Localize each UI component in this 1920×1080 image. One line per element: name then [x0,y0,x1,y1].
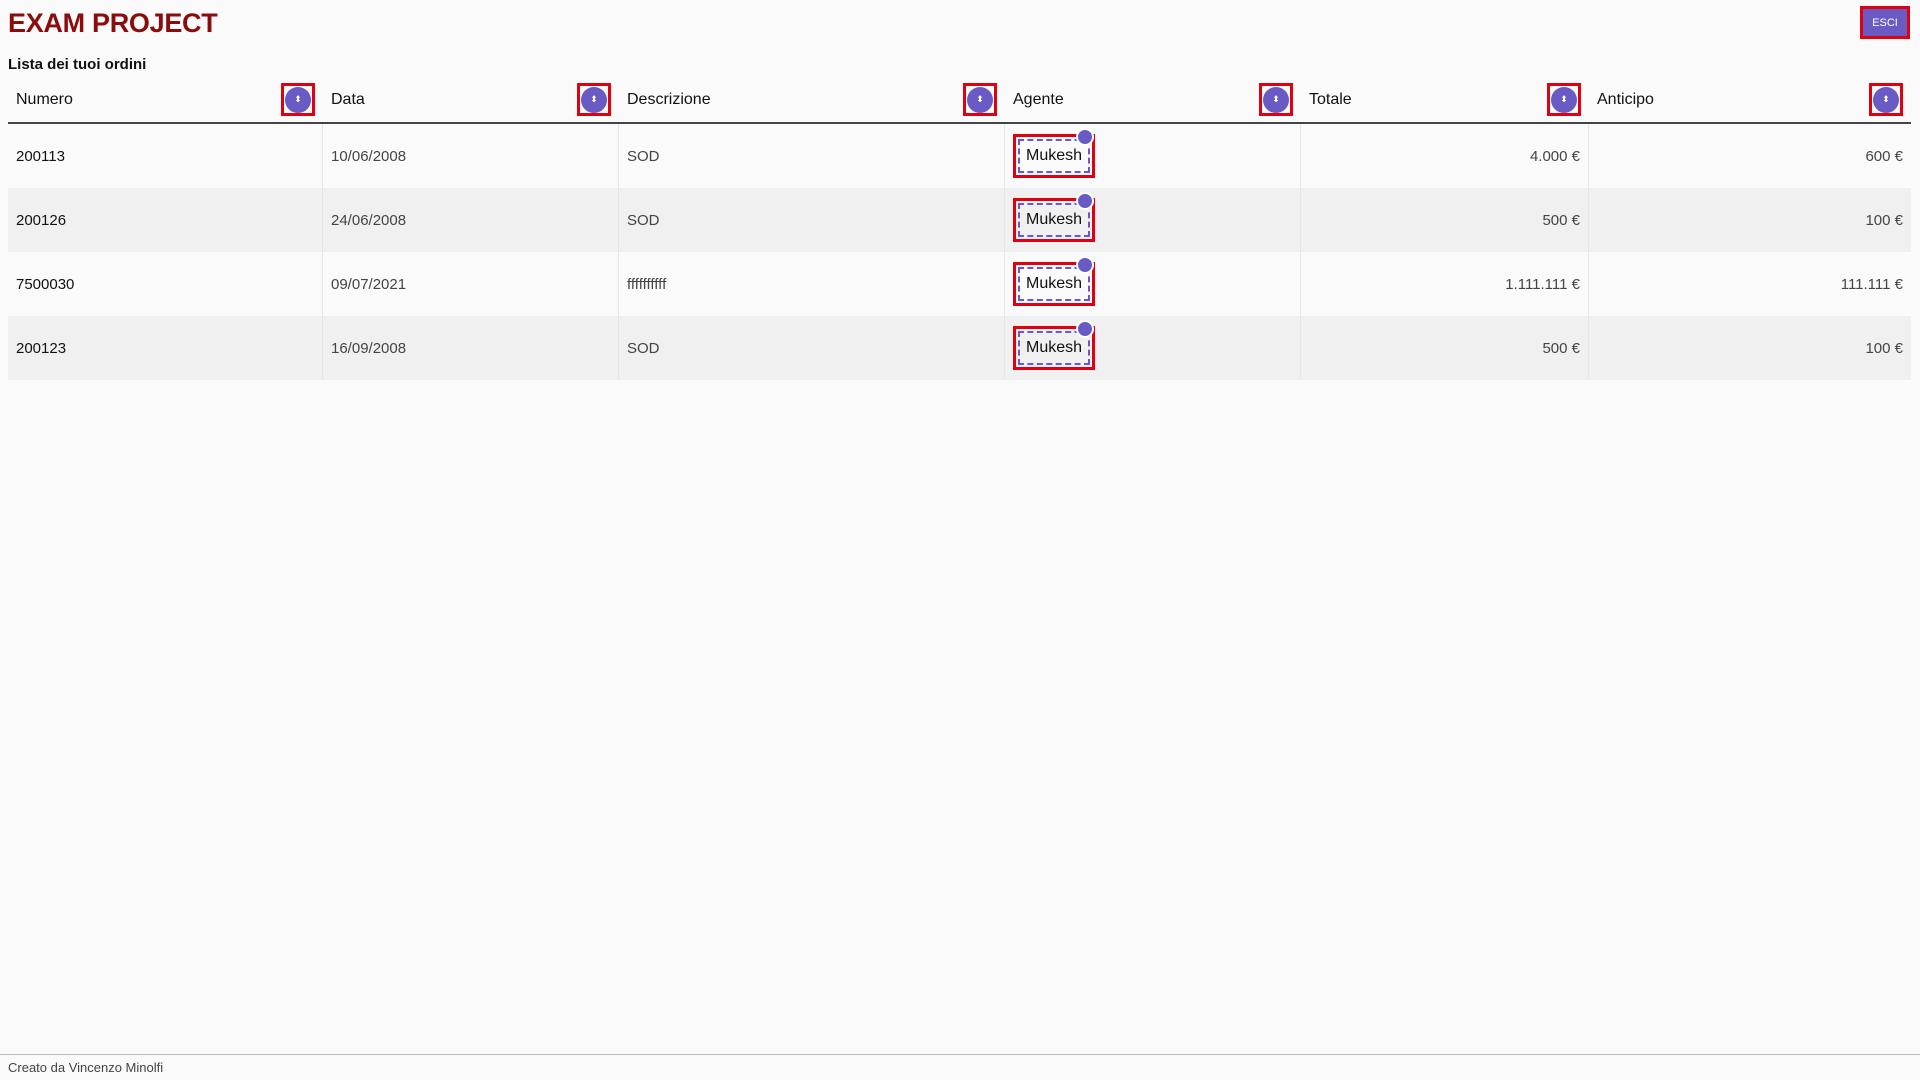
cell-totale: 500 € [1301,316,1589,380]
cell-anticipo: 600 € [1865,147,1903,165]
sort-agente-button[interactable]: ⬍ [1259,83,1293,116]
cell-descrizione: SOD [619,188,1005,252]
cell-numero: 200113 [8,124,323,188]
orders-table: Numero ⬍ Data ⬍ Descrizione ⬍ Agente ⬍ T… [8,78,1911,380]
column-header-data: Data ⬍ [323,78,619,122]
cell-anticipo: 100 € [1865,339,1903,357]
column-header-anticipo: Anticipo ⬍ [1589,78,1911,122]
column-header-label: Data [331,91,365,108]
table-row: 200113 10/06/2008 SOD Mukesh 4.000 € 600… [8,124,1911,188]
cell-agente: Mukesh [1005,188,1301,252]
column-header-agente: Agente ⬍ [1005,78,1301,122]
sort-updown-icon: ⬍ [581,86,607,113]
agent-badge-icon [1076,128,1094,146]
column-header-label: Anticipo [1597,91,1654,108]
agent-badge-icon [1076,192,1094,210]
sort-updown-icon: ⬍ [285,86,311,113]
cell-numero: 200123 [8,316,323,380]
agent-badge-icon [1076,256,1094,274]
cell-totale: 4.000 € [1301,124,1589,188]
table-header: Numero ⬍ Data ⬍ Descrizione ⬍ Agente ⬍ T… [8,78,1911,124]
column-header-label: Agente [1013,91,1064,108]
app-title: EXAM PROJECT [8,8,218,38]
cell-agente: Mukesh [1005,316,1301,380]
agent-button[interactable]: Mukesh [1013,128,1095,178]
cell-anticipo: 111.111 € [1840,275,1903,293]
agent-button[interactable]: Mukesh [1013,192,1095,242]
sort-updown-icon: ⬍ [1551,86,1577,113]
column-header-descrizione: Descrizione ⬍ [619,78,1005,122]
agent-button[interactable]: Mukesh [1013,320,1095,370]
page-subtitle: Lista dei tuoi ordini [8,56,147,73]
sort-updown-icon: ⬍ [1263,86,1289,113]
cell-descrizione: ffffffffff [619,252,1005,316]
cell-numero: 200126 [8,188,323,252]
page: EXAM PROJECT ESCI Lista dei tuoi ordini … [0,0,1920,1080]
agent-label: Mukesh [1025,339,1083,356]
agent-label: Mukesh [1025,147,1083,164]
sort-descrizione-button[interactable]: ⬍ [963,83,997,116]
cell-data: 09/07/2021 [323,252,619,316]
cell-anticipo: 100 € [1865,211,1903,229]
cell-data: 16/09/2008 [323,316,619,380]
agent-label: Mukesh [1025,275,1083,292]
cell-descrizione: SOD [619,316,1005,380]
column-header-label: Descrizione [627,91,711,108]
sort-updown-icon: ⬍ [1873,86,1899,113]
sort-updown-icon: ⬍ [967,86,993,113]
sort-numero-button[interactable]: ⬍ [281,83,315,116]
cell-totale: 500 € [1301,188,1589,252]
sort-totale-button[interactable]: ⬍ [1547,83,1581,116]
cell-agente: Mukesh [1005,252,1301,316]
agent-badge-icon [1076,320,1094,338]
table-row: 7500030 09/07/2021 ffffffffff Mukesh 1.1… [8,252,1911,316]
agent-label: Mukesh [1025,211,1083,228]
cell-descrizione: SOD [619,124,1005,188]
column-header-label: Numero [16,91,73,108]
sort-anticipo-button[interactable]: ⬍ [1869,83,1903,116]
cell-data: 10/06/2008 [323,124,619,188]
cell-data: 24/06/2008 [323,188,619,252]
footer: Creato da Vincenzo Minolfi [0,1054,1920,1080]
cell-agente: Mukesh [1005,124,1301,188]
agent-button[interactable]: Mukesh [1013,256,1095,306]
column-header-totale: Totale ⬍ [1301,78,1589,122]
cell-numero: 7500030 [8,252,323,316]
logout-button[interactable]: ESCI [1860,6,1910,39]
table-row: 200123 16/09/2008 SOD Mukesh 500 € 100 € [8,316,1911,380]
sort-data-button[interactable]: ⬍ [577,83,611,116]
cell-totale: 1.111.111 € [1301,252,1589,316]
footer-credit: Creato da Vincenzo Minolfi [8,1060,164,1075]
column-header-label: Totale [1309,91,1352,108]
table-row: 200126 24/06/2008 SOD Mukesh 500 € 100 € [8,188,1911,252]
column-header-numero: Numero ⬍ [8,78,323,122]
